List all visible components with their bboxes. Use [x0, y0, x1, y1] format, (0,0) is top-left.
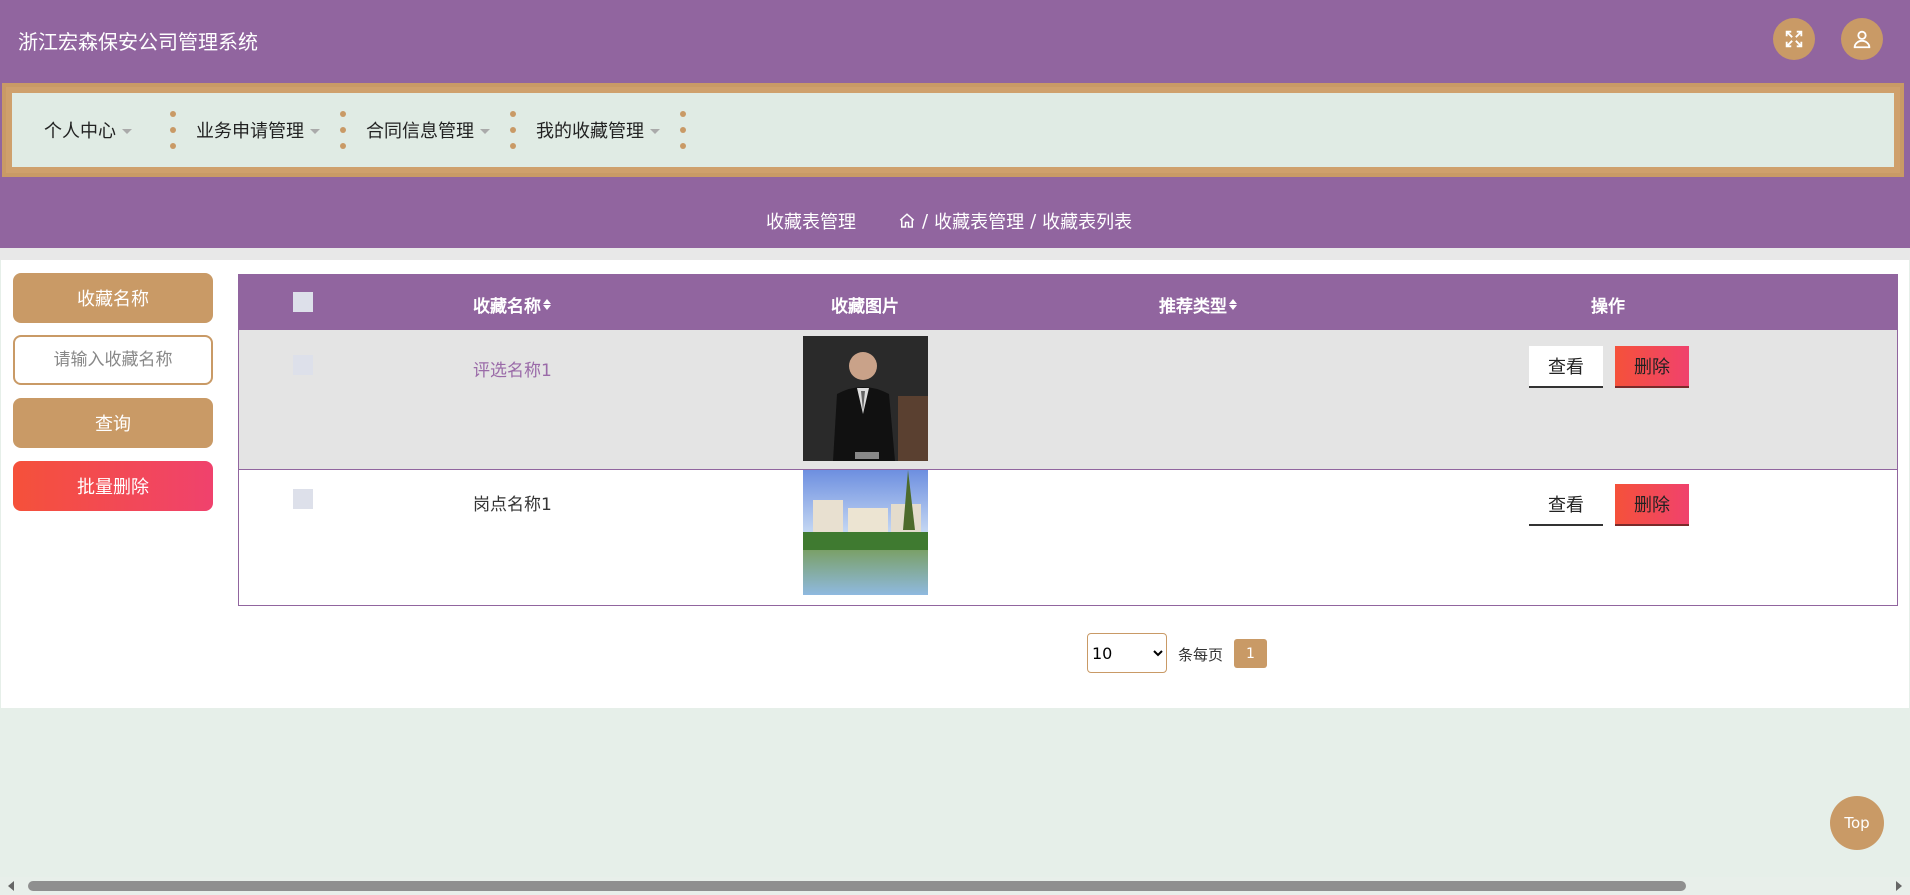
column-header-image: 收藏图片	[831, 297, 899, 317]
nav-item-my-favorites[interactable]: 我的收藏管理	[536, 117, 660, 143]
building-photo	[803, 470, 928, 595]
favorites-table: 收藏名称 收藏图片 推荐类型 操作 评选名称1 查看 删除 岗点名称1 查看 删…	[238, 274, 1898, 606]
view-button[interactable]: 查看	[1529, 346, 1603, 388]
user-button[interactable]	[1841, 18, 1883, 60]
nav-separator	[340, 111, 346, 149]
page-title-bar: 收藏表管理 / 收藏表管理 / 收藏表列表	[0, 180, 1910, 248]
chevron-down-icon	[480, 128, 490, 134]
nav-separator	[680, 111, 686, 149]
home-icon[interactable]	[898, 212, 916, 230]
nav-item-label: 合同信息管理	[366, 121, 474, 142]
nav-bar: 个人中心 业务申请管理 合同信息管理 我的收藏管理	[0, 80, 1910, 180]
breadcrumb-separator: /	[1030, 210, 1037, 232]
breadcrumb-item: 收藏表列表	[1042, 212, 1133, 233]
fullscreen-icon	[1785, 30, 1803, 48]
search-field-label: 收藏名称	[13, 273, 213, 323]
delete-button[interactable]: 删除	[1615, 484, 1689, 526]
horizontal-scrollbar[interactable]	[0, 877, 1910, 895]
fullscreen-button[interactable]	[1773, 18, 1815, 60]
user-icon	[1853, 30, 1871, 49]
batch-delete-button[interactable]: 批量删除	[13, 461, 213, 511]
select-all-checkbox[interactable]	[293, 292, 313, 312]
page-number-button[interactable]: 1	[1234, 639, 1267, 668]
page-title: 收藏表管理	[766, 212, 856, 233]
view-button[interactable]: 查看	[1529, 484, 1603, 526]
nav-item-personal-center[interactable]: 个人中心	[44, 117, 132, 143]
table-row[interactable]: 岗点名称1 查看 删除	[239, 470, 1897, 605]
page-size-select[interactable]: 10	[1087, 633, 1167, 673]
breadcrumb-separator: /	[922, 210, 929, 232]
portrait-photo	[803, 336, 928, 461]
column-header-type[interactable]: 推荐类型	[1159, 292, 1237, 317]
breadcrumb: / 收藏表管理 / 收藏表列表	[898, 208, 1132, 234]
sort-icon	[1229, 299, 1237, 310]
column-header-name[interactable]: 收藏名称	[473, 292, 551, 317]
nav-item-business-application[interactable]: 业务申请管理	[196, 117, 320, 143]
nav-separator	[510, 111, 516, 149]
nav-menu: 个人中心 业务申请管理 合同信息管理 我的收藏管理	[12, 93, 1894, 167]
back-to-top-button[interactable]: Top	[1830, 796, 1884, 850]
chevron-down-icon	[650, 128, 660, 134]
column-header-actions: 操作	[1591, 297, 1625, 317]
top-header: 浙江宏森保安公司管理系统	[0, 0, 1910, 80]
per-page-label: 条每页	[1178, 646, 1224, 664]
nav-item-label: 业务申请管理	[196, 121, 304, 142]
nav-separator	[170, 111, 176, 149]
delete-button[interactable]: 删除	[1615, 346, 1689, 388]
nav-item-label: 个人中心	[44, 121, 116, 142]
query-button[interactable]: 查询	[13, 398, 213, 448]
table-row[interactable]: 评选名称1 查看 删除	[239, 330, 1897, 470]
row-checkbox[interactable]	[293, 489, 313, 509]
chevron-down-icon	[310, 128, 320, 134]
nav-item-label: 我的收藏管理	[536, 121, 644, 142]
nav-item-contract-info[interactable]: 合同信息管理	[366, 117, 490, 143]
favorite-name[interactable]: 评选名称1	[473, 356, 552, 381]
breadcrumb-item[interactable]: 收藏表管理	[934, 208, 1024, 234]
nav-frame: 个人中心 业务申请管理 合同信息管理 我的收藏管理	[2, 83, 1904, 177]
scrollbar-thumb[interactable]	[28, 881, 1686, 891]
scroll-right-icon[interactable]	[1896, 881, 1902, 891]
search-input[interactable]	[13, 335, 213, 385]
row-checkbox[interactable]	[293, 355, 313, 375]
app-title: 浙江宏森保安公司管理系统	[18, 30, 258, 54]
chevron-down-icon	[122, 128, 132, 134]
favorite-name[interactable]: 岗点名称1	[473, 490, 552, 515]
sort-icon	[543, 299, 551, 310]
table-header: 收藏名称 收藏图片 推荐类型 操作	[239, 275, 1897, 330]
divider	[0, 248, 1910, 260]
scroll-left-icon[interactable]	[8, 881, 14, 891]
